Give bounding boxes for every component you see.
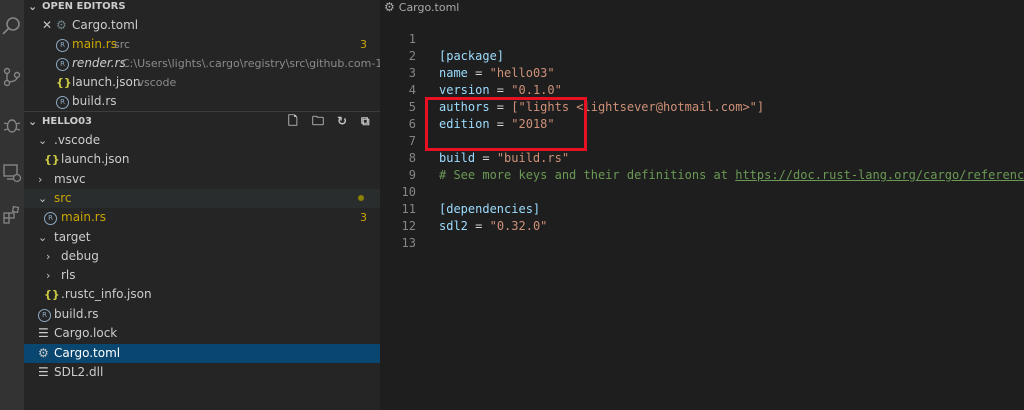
tree-folder[interactable]: › debug [24,247,380,266]
tree-label: msvc [54,172,86,186]
new-folder-icon[interactable]: 🗀 [312,112,324,131]
code-line[interactable]: 10 [dependencies] [380,167,1024,216]
extensions-icon[interactable] [0,200,24,228]
lock-file-icon: ☰ [38,326,49,340]
rust-file-icon: R [56,96,69,109]
tree-label: debug [61,249,99,263]
code-line[interactable]: 12 [380,201,1024,233]
modified-dot [358,195,364,201]
tree-file[interactable]: {} .rustc_info.json [24,285,380,304]
open-editor-name: launch.json [72,75,141,89]
debug-icon[interactable] [0,110,24,138]
code-line[interactable]: 3 version = "0.1.0" [380,48,1024,97]
code-line[interactable]: 13 [380,218,1024,250]
tree-file-selected[interactable]: ⚙ Cargo.toml [24,344,380,363]
code-line[interactable]: 2 name = "hello03" [380,31,1024,80]
search-icon[interactable] [0,10,24,38]
breadcrumb-file: Cargo.toml [398,1,460,14]
tree-file[interactable]: R main.rs 3 [24,208,380,227]
tree-label: src [54,191,72,205]
open-editor-desc: .vscode [134,76,177,89]
open-editor-item[interactable]: R render.rs C:\Users\lights\.cargo\regis… [24,54,380,73]
code-line[interactable]: 4 authors = ["lights <lightsever@hotmail… [380,65,1024,114]
open-editor-name: render.rs [72,56,126,70]
tree-file[interactable]: {} launch.json [24,150,380,169]
rust-file-icon: R [56,58,69,71]
chevron-down-icon: ⌄ [38,134,48,147]
tree-file[interactable]: R build.rs [24,305,380,324]
explorer-sidebar: ⌄ OPEN EDITORS ✕ ⚙ Cargo.toml R main.rs … [24,0,380,410]
rust-file-icon: R [44,212,57,225]
open-editors-header[interactable]: ⌄ OPEN EDITORS [24,0,380,16]
tree-label: main.rs [61,210,106,224]
open-editor-item[interactable]: {} launch.json .vscode [24,73,380,92]
activity-bar [0,0,24,410]
tree-folder[interactable]: › msvc [24,170,380,189]
highlight-annotation-box [425,97,587,151]
json-file-icon: {} [44,153,60,166]
json-file-icon: {} [56,76,72,89]
remote-explorer-icon[interactable] [0,158,24,186]
code-line[interactable]: 1 [package] [380,14,1024,63]
gear-icon: ⚙ [38,346,49,360]
tree-label: Cargo.lock [54,326,118,340]
tree-label: target [54,230,91,244]
tree-label: build.rs [54,307,99,321]
breadcrumb[interactable]: ⚙ Cargo.toml [384,0,459,14]
tree-label: rls [61,268,76,282]
refresh-icon[interactable]: ↻ [337,112,347,131]
chevron-down-icon: ⌄ [28,115,38,128]
code-line[interactable]: 9 [380,150,1024,182]
open-editor-name: build.rs [72,94,117,108]
json-file-icon: {} [44,288,60,301]
chevron-right-icon: › [46,250,51,263]
tree-folder[interactable]: › rls [24,266,380,285]
code-editor[interactable]: ⚙ Cargo.toml 1 [package] 2 name = "hello0… [380,0,1024,410]
open-editor-name: Cargo.toml [72,18,139,32]
code-line[interactable]: 11 sdl2 = "0.32.0" [380,184,1024,233]
open-editor-name: main.rs [72,37,117,51]
tree-label: Cargo.toml [54,346,121,360]
project-header[interactable]: ⌄ HELLO03 🗋 🗀 ↻ ⧉ [24,111,380,131]
tree-label: SDL2.dll [54,365,104,379]
source-control-icon[interactable] [0,62,24,90]
gear-icon: ⚙ [384,0,395,14]
rust-file-icon: R [56,39,69,52]
open-editor-item[interactable]: R main.rs src 3 [24,35,380,54]
tree-folder[interactable]: ⌄ src [24,189,380,208]
problem-count-badge: 3 [360,211,367,224]
open-editor-item[interactable]: ✕ ⚙ Cargo.toml [24,16,380,35]
project-title: HELLO03 [42,116,93,127]
gear-icon: ⚙ [56,18,67,32]
new-file-icon[interactable]: 🗋 [288,112,298,131]
chevron-down-icon: ⌄ [38,192,48,205]
rust-file-icon: R [38,309,51,322]
tree-file[interactable]: ☰ Cargo.lock [24,324,380,343]
tree-label: launch.json [61,152,130,166]
open-editor-item[interactable]: R build.rs [24,92,380,111]
open-editors-title: OPEN EDITORS [42,1,126,12]
open-editor-desc: C:\Users\lights\.cargo\registry\src\gith… [122,57,380,70]
file-icon: ☰ [38,365,49,379]
line-number: 13 [401,236,416,250]
chevron-right-icon: › [38,173,43,186]
tree-label: .rustc_info.json [61,287,152,301]
chevron-down-icon: ⌄ [28,0,38,13]
open-editor-desc: src [114,38,131,51]
tree-label: .vscode [54,133,101,147]
close-icon[interactable]: ✕ [42,16,52,35]
problem-count-badge: 3 [360,38,367,51]
chevron-down-icon: ⌄ [38,231,48,244]
tree-file[interactable]: ☰ SDL2.dll [24,363,380,382]
collapse-all-icon[interactable]: ⧉ [361,112,370,131]
chevron-right-icon: › [46,269,51,282]
tree-folder[interactable]: ⌄ target [24,228,380,247]
tree-folder[interactable]: ⌄ .vscode [24,131,380,150]
